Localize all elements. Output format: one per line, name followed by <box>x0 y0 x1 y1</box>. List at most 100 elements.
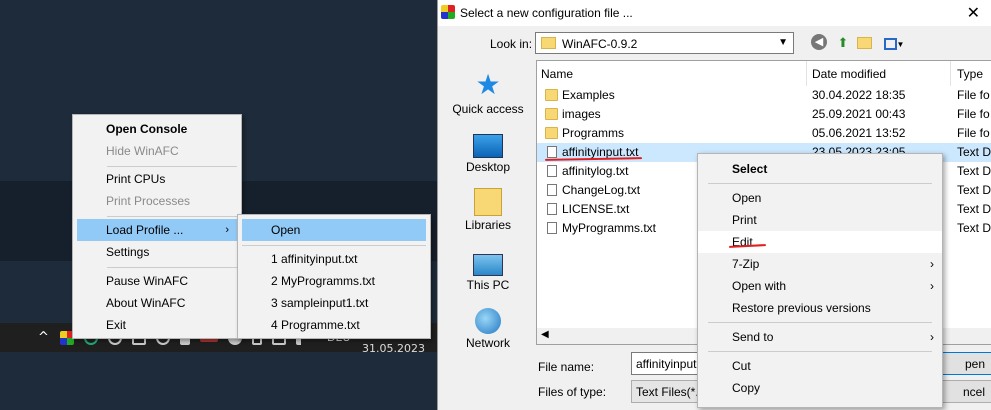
context-item-open[interactable]: Open <box>698 187 942 209</box>
look-in-label: Look in: <box>490 37 533 51</box>
column-divider <box>806 61 807 86</box>
submenu-item-recent-1[interactable]: 1 affinityinput.txt <box>238 248 430 270</box>
folder-icon <box>541 37 556 49</box>
folder-icon <box>545 127 558 139</box>
file-context-menu: Select Open Print Edit 7-Zip › Open with… <box>697 153 943 408</box>
submenu-arrow-icon: › <box>930 257 934 271</box>
desktop-icon <box>473 134 503 158</box>
place-label: Network <box>465 336 510 350</box>
load-profile-submenu: Open 1 affinityinput.txt 2 MyProgramms.t… <box>237 214 431 339</box>
file-type: File fo <box>957 107 990 121</box>
submenu-item-recent-3[interactable]: 3 sampleinput1.txt <box>238 292 430 314</box>
file-name-field[interactable]: affinityinput.txt <box>631 352 701 375</box>
list-item[interactable]: images 25.09.2021 00:43 File fo <box>537 105 991 124</box>
menu-item-load-profile[interactable]: Load Profile ... › <box>77 219 237 241</box>
file-type: Text D <box>957 202 991 216</box>
file-type: Text D <box>957 145 991 159</box>
place-desktop[interactable]: Desktop <box>443 130 533 174</box>
folder-icon <box>545 108 558 120</box>
text-file-icon <box>547 184 557 196</box>
app-icon <box>441 5 455 19</box>
submenu-item-open[interactable]: Open <box>242 219 426 241</box>
context-item-send-to[interactable]: Send to › <box>698 326 942 348</box>
open-button[interactable]: pen <box>936 352 991 375</box>
cancel-button-label: ncel <box>962 385 985 399</box>
list-item[interactable]: Examples 30.04.2022 18:35 File fo <box>537 86 991 105</box>
column-header-date[interactable]: Date modified <box>812 67 886 81</box>
menu-item-print-processes[interactable]: Print Processes <box>73 190 241 212</box>
file-name: Examples <box>562 88 615 102</box>
back-icon[interactable]: ◀ <box>811 34 829 52</box>
context-item-label: Open with <box>732 279 787 293</box>
file-name: MyProgramms.txt <box>562 221 657 235</box>
file-date: 30.04.2022 18:35 <box>812 88 906 102</box>
context-item-open-with[interactable]: Open with › <box>698 275 942 297</box>
context-item-copy[interactable]: Copy <box>698 377 942 399</box>
submenu-item-recent-2[interactable]: 2 MyProgramms.txt <box>238 270 430 292</box>
text-file-icon <box>547 146 557 158</box>
menu-separator <box>107 216 237 217</box>
place-label: This PC <box>466 278 510 292</box>
look-in-dropdown[interactable]: WinAFC-0.9.2 ▼ <box>535 32 794 54</box>
network-icon <box>475 308 501 334</box>
close-icon[interactable]: ✕ <box>967 3 980 23</box>
submenu-arrow-icon: › <box>930 279 934 293</box>
up-folder-icon[interactable]: ⬆ <box>834 34 852 52</box>
list-item[interactable]: Programms 05.06.2021 13:52 File fo <box>537 124 991 143</box>
context-item-cut[interactable]: Cut <box>698 355 942 377</box>
submenu-arrow-icon: › <box>225 224 229 236</box>
file-name: ChangeLog.txt <box>562 183 641 197</box>
menu-item-settings[interactable]: Settings <box>73 241 241 263</box>
context-item-7zip[interactable]: 7-Zip › <box>698 253 942 275</box>
place-this-pc[interactable]: This PC <box>443 248 533 292</box>
tray-context-menu: Open Console Hide WinAFC Print CPUs Prin… <box>72 114 242 339</box>
context-item-select[interactable]: Select <box>698 158 942 180</box>
menu-item-open-console[interactable]: Open Console <box>73 118 241 140</box>
file-name: affinitylog.txt <box>562 164 629 178</box>
menu-item-pause-winafc[interactable]: Pause WinAFC <box>73 270 241 292</box>
star-icon: ★ <box>475 69 501 100</box>
file-type: Text D <box>957 183 991 197</box>
scroll-left-icon[interactable]: ◀ <box>541 329 549 340</box>
sort-arrow-icon: ⌃ <box>664 60 673 68</box>
menu-separator <box>107 267 237 268</box>
context-item-edit[interactable]: Edit <box>698 231 942 253</box>
context-item-restore-versions[interactable]: Restore previous versions <box>698 297 942 319</box>
taskbar-date[interactable]: 31.05.2023 <box>362 342 425 355</box>
place-libraries[interactable]: Libraries <box>443 188 533 232</box>
dialog-titlebar: Select a new configuration file ... ✕ <box>438 0 991 26</box>
file-type-select[interactable]: Text Files(*.txt <box>631 380 701 403</box>
new-folder-icon[interactable] <box>857 34 875 52</box>
submenu-arrow-icon: › <box>930 330 934 344</box>
show-hidden-icons-chevron[interactable]: ^ <box>38 323 49 352</box>
menu-separator <box>242 245 426 246</box>
menu-separator <box>708 351 932 352</box>
look-in-value: WinAFC-0.9.2 <box>562 37 638 51</box>
context-item-label: Send to <box>732 330 774 344</box>
file-name: images <box>562 107 601 121</box>
view-menu-icon[interactable]: ▼ <box>880 34 908 52</box>
column-header-type[interactable]: Type <box>957 67 983 81</box>
menu-item-about-winafc[interactable]: About WinAFC <box>73 292 241 314</box>
submenu-item-recent-4[interactable]: 4 Programme.txt <box>238 314 430 336</box>
text-file-icon <box>547 165 557 177</box>
cancel-button[interactable]: ncel <box>936 380 991 403</box>
menu-item-print-cpus[interactable]: Print CPUs <box>73 168 241 190</box>
file-name: Programms <box>562 126 625 140</box>
file-name: LICENSE.txt <box>562 202 630 216</box>
open-button-label: pen <box>964 357 985 371</box>
chevron-down-icon: ▼ <box>778 37 788 48</box>
file-date: 25.09.2021 00:43 <box>812 107 906 121</box>
menu-separator <box>708 322 932 323</box>
place-quick-access[interactable]: ★ Quick access <box>443 69 533 117</box>
folder-icon <box>545 89 558 101</box>
place-network[interactable]: Network <box>443 308 533 350</box>
file-name-label: File name: <box>538 360 595 374</box>
menu-separator <box>708 183 932 184</box>
dialog-title: Select a new configuration file ... <box>460 6 633 20</box>
context-item-print[interactable]: Print <box>698 209 942 231</box>
column-header-name[interactable]: Name <box>541 67 573 81</box>
menu-item-hide-winafc[interactable]: Hide WinAFC <box>73 140 241 162</box>
context-item-label: 7-Zip <box>732 257 760 271</box>
menu-item-exit[interactable]: Exit <box>73 314 241 336</box>
